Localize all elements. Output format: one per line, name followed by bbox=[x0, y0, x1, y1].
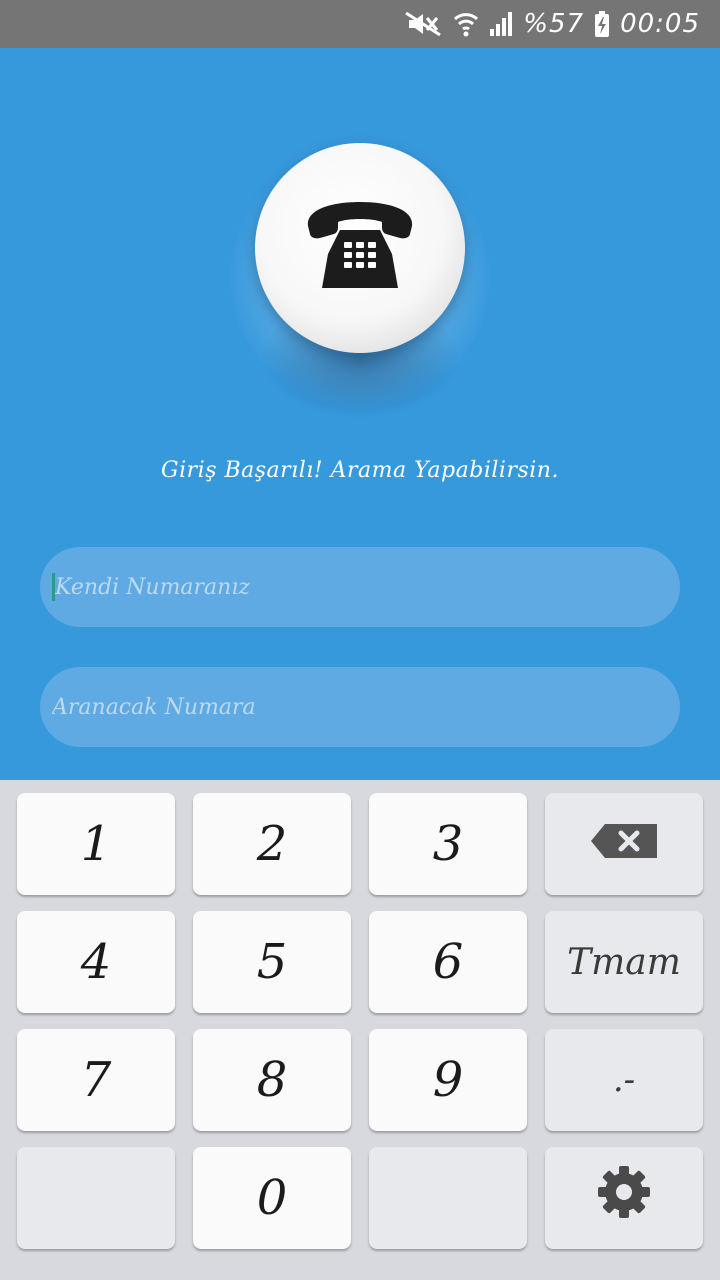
signal-icon bbox=[489, 11, 513, 37]
gear-icon bbox=[596, 1164, 652, 1232]
key-7[interactable]: 7 bbox=[17, 1029, 175, 1131]
blank-key-right bbox=[369, 1147, 527, 1249]
own-number-input[interactable] bbox=[55, 547, 680, 627]
clock: 00:05 bbox=[620, 9, 700, 39]
punctuation-label: .- bbox=[612, 1060, 636, 1100]
key-label: 8 bbox=[256, 1052, 288, 1108]
key-1[interactable]: 1 bbox=[17, 793, 175, 895]
status-icons: %57 00:05 bbox=[403, 0, 700, 48]
key-label: 2 bbox=[256, 816, 288, 872]
key-6[interactable]: 6 bbox=[369, 911, 527, 1013]
app-content: Giriş Başarılı! Arama Yapabilirsin. bbox=[0, 48, 720, 780]
backspace-icon bbox=[589, 816, 659, 872]
punctuation-key[interactable]: .- bbox=[545, 1029, 703, 1131]
key-label: 3 bbox=[432, 816, 464, 872]
key-label: 1 bbox=[80, 816, 112, 872]
done-key[interactable]: Tmam bbox=[545, 911, 703, 1013]
mute-icon bbox=[403, 10, 443, 38]
status-bar: %57 00:05 bbox=[0, 0, 720, 48]
key-0[interactable]: 0 bbox=[193, 1147, 351, 1249]
settings-key[interactable] bbox=[545, 1147, 703, 1249]
key-8[interactable]: 8 bbox=[193, 1029, 351, 1131]
key-label: 5 bbox=[256, 934, 288, 990]
target-number-field[interactable] bbox=[40, 667, 680, 747]
battery-charging-icon bbox=[594, 10, 610, 38]
numeric-keyboard: 1 2 3 4 5 6 Tmam 7 8 9 .- 0 bbox=[0, 780, 720, 1280]
telephone-icon bbox=[300, 196, 420, 300]
key-label: 4 bbox=[80, 934, 112, 990]
key-label: 7 bbox=[80, 1052, 112, 1108]
key-label: 9 bbox=[432, 1052, 464, 1108]
done-label: Tmam bbox=[567, 941, 681, 983]
login-success-message: Giriş Başarılı! Arama Yapabilirsin. bbox=[161, 458, 559, 483]
target-number-input[interactable] bbox=[52, 667, 680, 747]
key-2[interactable]: 2 bbox=[193, 793, 351, 895]
battery-percent: %57 bbox=[523, 9, 585, 39]
blank-key-left bbox=[17, 1147, 175, 1249]
key-5[interactable]: 5 bbox=[193, 911, 351, 1013]
own-number-field[interactable] bbox=[40, 547, 680, 627]
backspace-key[interactable] bbox=[545, 793, 703, 895]
key-label: 6 bbox=[432, 934, 464, 990]
key-4[interactable]: 4 bbox=[17, 911, 175, 1013]
key-label: 0 bbox=[256, 1170, 288, 1226]
wifi-icon bbox=[453, 10, 479, 38]
key-9[interactable]: 9 bbox=[369, 1029, 527, 1131]
call-button[interactable] bbox=[255, 143, 465, 353]
key-3[interactable]: 3 bbox=[369, 793, 527, 895]
